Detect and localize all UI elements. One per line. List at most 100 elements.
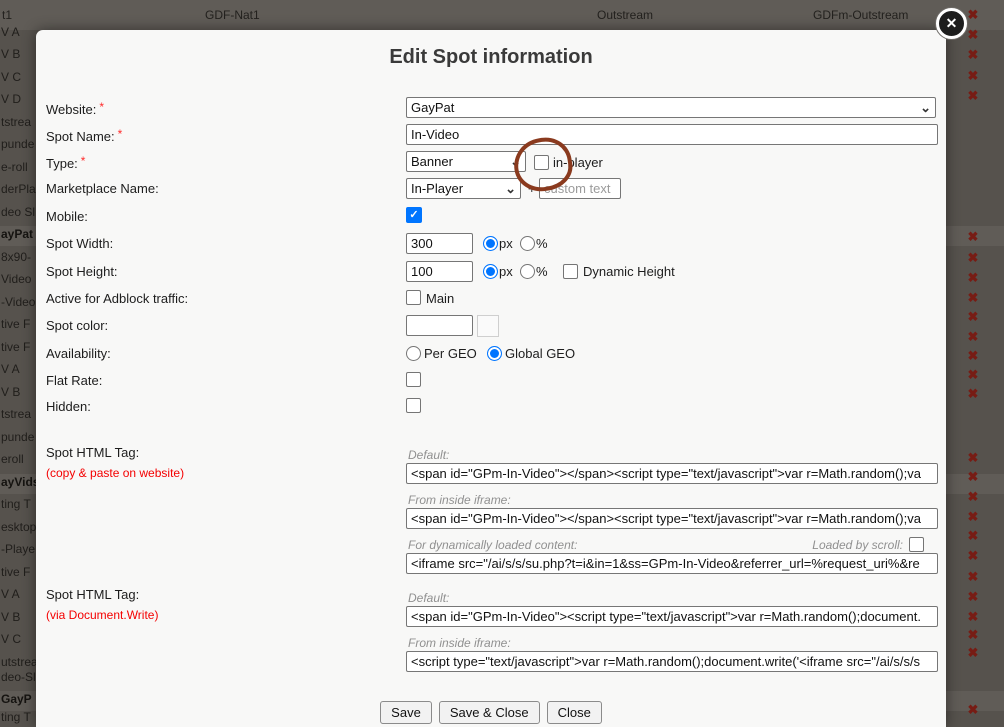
width-percent-radio[interactable] xyxy=(520,236,535,251)
bg-row-label: ayVids xyxy=(1,475,40,489)
save-button[interactable]: Save xyxy=(380,701,432,724)
default-code-input[interactable] xyxy=(406,463,938,484)
dynamic-content-label: For dynamically loaded content: xyxy=(408,538,578,552)
delete-icon[interactable]: ✖ xyxy=(964,269,982,286)
delete-icon[interactable]: ✖ xyxy=(964,289,982,306)
bg-row-label: utstrea xyxy=(1,655,38,669)
delete-icon[interactable]: ✖ xyxy=(964,644,982,661)
hidden-checkbox[interactable] xyxy=(406,398,421,413)
bg-row-label: -Playe xyxy=(1,542,36,556)
required-asterisk: * xyxy=(117,127,123,141)
iframe2-code-input[interactable] xyxy=(406,651,938,672)
delete-icon[interactable]: ✖ xyxy=(964,701,982,718)
height-px-radio[interactable] xyxy=(483,264,498,279)
delete-icon[interactable]: ✖ xyxy=(964,468,982,485)
bg-row-label: V C xyxy=(1,70,22,84)
edit-spot-modal: Edit Spot information Website: * GayPat ⌄… xyxy=(36,30,946,727)
delete-icon[interactable]: ✖ xyxy=(964,608,982,625)
bg-row-label: derPla xyxy=(1,182,36,196)
bg-row-label: punde xyxy=(1,430,35,444)
bg-row-label: ting T xyxy=(1,497,31,511)
bg-row-label: e-roll xyxy=(1,160,28,174)
delete-icon[interactable]: ✖ xyxy=(964,626,982,643)
delete-icon[interactable]: ✖ xyxy=(964,385,982,402)
iframe2-label: From inside iframe: xyxy=(408,636,511,650)
delete-icon[interactable]: ✖ xyxy=(964,366,982,383)
website-select[interactable]: GayPat ⌄ xyxy=(406,97,936,118)
bg-row-label: tive F xyxy=(1,565,31,579)
delete-icon[interactable]: ✖ xyxy=(964,449,982,466)
adblock-main-label: Main xyxy=(426,291,455,306)
dynamic-code-input[interactable] xyxy=(406,553,938,574)
type-select[interactable]: Banner ⌄ xyxy=(406,151,526,172)
per-geo-radio[interactable] xyxy=(406,346,421,361)
global-geo-radio[interactable] xyxy=(487,346,502,361)
check-icon: ✓ xyxy=(409,209,419,221)
delete-icon[interactable]: ✖ xyxy=(964,508,982,525)
per-geo-label: Per GEO xyxy=(424,346,477,361)
bg-row-label: eroll xyxy=(1,452,24,466)
save-close-button[interactable]: Save & Close xyxy=(438,701,540,724)
dynamic-height-checkbox[interactable] xyxy=(563,264,578,279)
delete-icon[interactable]: ✖ xyxy=(964,347,982,364)
marketplace-select[interactable]: In-Player ⌄ xyxy=(406,178,521,199)
adblock-main-checkbox[interactable] xyxy=(406,290,421,305)
bg-row-label: punde xyxy=(1,137,35,151)
spot-height-label: Spot Height: xyxy=(46,264,118,279)
spot-color-input[interactable] xyxy=(406,315,473,336)
bg-row-label: V A xyxy=(1,362,20,376)
delete-icon[interactable]: ✖ xyxy=(964,26,982,43)
bg-row-label: tstrea xyxy=(1,407,32,421)
delete-icon[interactable]: ✖ xyxy=(964,67,982,84)
spot-width-input[interactable] xyxy=(406,233,473,254)
spot-height-input[interactable] xyxy=(406,261,473,282)
close-button[interactable]: Close xyxy=(546,701,602,724)
delete-icon[interactable]: ✖ xyxy=(964,249,982,266)
bg-table-cell: GDFm-Outstream xyxy=(813,8,909,22)
marketplace-label: Marketplace Name: xyxy=(46,181,159,196)
button-row: Save Save & Close Close xyxy=(36,701,946,724)
bg-row-label: GayP xyxy=(1,692,32,706)
default2-label: Default: xyxy=(408,591,450,605)
bg-row-label: V B xyxy=(1,610,21,624)
iframe-code-input[interactable] xyxy=(406,508,938,529)
delete-icon[interactable]: ✖ xyxy=(964,588,982,605)
bg-row-label: -Video xyxy=(1,295,36,309)
flat-rate-checkbox[interactable] xyxy=(406,372,421,387)
bg-row-label: V B xyxy=(1,385,21,399)
website-label: Website: * xyxy=(46,100,105,117)
delete-icon[interactable]: ✖ xyxy=(964,568,982,585)
height-percent-radio[interactable] xyxy=(520,264,535,279)
html-tag2-label: Spot HTML Tag: xyxy=(46,587,140,602)
delete-icon[interactable]: ✖ xyxy=(964,488,982,505)
bg-table-cell: GDF-Nat1 xyxy=(205,8,260,22)
chevron-down-icon: ⌄ xyxy=(920,99,931,115)
delete-icon[interactable]: ✖ xyxy=(964,527,982,544)
width-px-label: px xyxy=(499,236,513,251)
delete-icon[interactable]: ✖ xyxy=(964,328,982,345)
delete-icon[interactable]: ✖ xyxy=(964,547,982,564)
delete-icon[interactable]: ✖ xyxy=(964,46,982,63)
delete-icon[interactable]: ✖ xyxy=(964,87,982,104)
availability-label: Availability: xyxy=(46,346,111,361)
loaded-by-scroll-checkbox[interactable] xyxy=(909,537,924,552)
close-icon: ✕ xyxy=(945,15,958,31)
required-asterisk: * xyxy=(99,100,105,114)
type-label: Type: * xyxy=(46,154,86,171)
default2-code-input[interactable] xyxy=(406,606,938,627)
flat-rate-label: Flat Rate: xyxy=(46,373,103,388)
modal-close-button[interactable]: ✕ xyxy=(936,8,967,39)
spot-name-input[interactable] xyxy=(406,124,938,145)
spot-width-label: Spot Width: xyxy=(46,236,114,251)
delete-icon[interactable]: ✖ xyxy=(964,228,982,245)
mobile-checkbox[interactable]: ✓ xyxy=(406,207,422,223)
width-px-radio[interactable] xyxy=(483,236,498,251)
bg-row-label: deo Sl xyxy=(1,205,36,219)
html-tag2-note: (via Document.Write) xyxy=(46,608,159,622)
bg-row-label: V A xyxy=(1,587,20,601)
dynamic-height-label: Dynamic Height xyxy=(583,264,675,279)
height-percent-label: % xyxy=(536,264,548,279)
delete-icon[interactable]: ✖ xyxy=(964,308,982,325)
color-swatch[interactable] xyxy=(477,315,499,337)
page: ✎ ✖ t1GDF-Nat1OutstreamGDFm-OutstreamV A… xyxy=(0,0,1004,727)
